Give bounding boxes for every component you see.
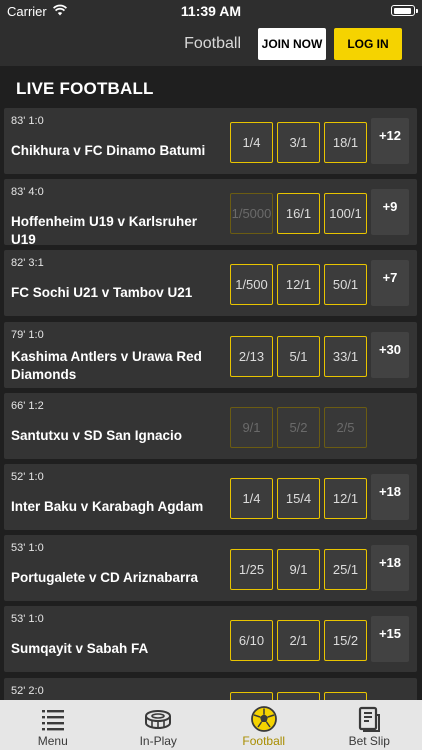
- status-bar: Carrier 11:39 AM: [0, 0, 422, 22]
- more-markets-button[interactable]: +9: [371, 189, 409, 236]
- more-markets-button[interactable]: +30: [371, 331, 409, 378]
- stadium-icon: [145, 710, 172, 729]
- away-odds-button[interactable]: 18/1: [324, 122, 367, 163]
- battery-icon: [391, 5, 418, 16]
- match-row[interactable]: 53' 1:0 Portugalete v CD Ariznabarra 1/25 9…: [4, 535, 417, 602]
- away-odds-button[interactable]: 50/1: [324, 264, 367, 306]
- match-clock-score: 83' 4:0: [11, 186, 44, 199]
- draw-odds-button[interactable]: 2/1: [277, 620, 320, 662]
- tab-football[interactable]: Football: [211, 700, 317, 750]
- tab-menu[interactable]: Menu: [0, 700, 106, 750]
- away-odds-button[interactable]: 100/1: [324, 193, 367, 235]
- menu-icon: [41, 710, 64, 731]
- match-row[interactable]: 83' 1:0 Chikhura v FC Dinamo Batumi 1/4 3/1…: [4, 108, 417, 174]
- match-teams[interactable]: Sumqayit v Sabah FA: [11, 640, 221, 658]
- away-odds-button[interactable]: [324, 691, 367, 700]
- match-clock-score: 52' 1:0: [11, 471, 44, 483]
- page-title: Football: [184, 35, 241, 52]
- match-clock-score: 79' 1:0: [11, 328, 44, 341]
- betslip-icon: [359, 706, 381, 732]
- match-clock-score: 82' 3:1: [11, 257, 44, 270]
- draw-odds-button[interactable]: 3/1: [277, 122, 320, 163]
- match-clock-score: 52' 2:0: [11, 684, 44, 697]
- match-row[interactable]: 52' 1:0 Inter Baku v Karabagh Agdam 1/4 15/…: [4, 464, 417, 530]
- match-teams[interactable]: Santutxu v SD San Ignacio: [11, 427, 221, 445]
- home-odds-button: 1/5000: [230, 193, 273, 235]
- more-markets-button[interactable]: +7: [371, 260, 409, 307]
- tab-label-football: Football: [242, 734, 286, 748]
- home-odds-button[interactable]: 1/25: [230, 549, 273, 591]
- away-odds-button[interactable]: 12/1: [324, 478, 367, 519]
- away-odds-button[interactable]: 33/1: [324, 335, 367, 377]
- away-odds-button: 2/5: [324, 406, 367, 448]
- join-now-button[interactable]: JOIN NOW: [258, 28, 326, 60]
- match-row[interactable]: 66' 1:2 Santutxu v SD San Ignacio 9/1 5/2 2/…: [4, 392, 417, 459]
- home-odds-button[interactable]: 1/500: [230, 264, 273, 306]
- clock-time: 11:39 AM: [180, 3, 242, 19]
- match-row[interactable]: 52' 2:0: [4, 677, 417, 700]
- home-odds-button[interactable]: 1/4: [230, 478, 273, 519]
- match-teams[interactable]: Portugalete v CD Ariznabarra: [11, 569, 221, 587]
- tab-label-in-play: In-Play: [139, 734, 177, 748]
- away-odds-button[interactable]: 25/1: [324, 549, 367, 591]
- draw-odds-button[interactable]: 15/4: [277, 478, 320, 519]
- match-clock-score: 83' 1:0: [11, 115, 44, 127]
- draw-odds-button[interactable]: 12/1: [277, 264, 320, 306]
- more-markets-button[interactable]: +12: [371, 118, 409, 164]
- top-header: Football JOIN NOW LOG IN: [0, 22, 422, 66]
- more-markets-button[interactable]: +15: [371, 616, 409, 663]
- more-markets-button[interactable]: +18: [371, 474, 409, 520]
- log-in-button[interactable]: LOG IN: [334, 28, 402, 60]
- match-row[interactable]: 79' 1:0 Kashima Antlers v Urawa Red Diamo…: [4, 321, 417, 388]
- match-clock-score: 53' 1:0: [11, 613, 44, 626]
- match-teams[interactable]: Kashima Antlers v Urawa Red Diamonds: [11, 348, 221, 384]
- match-teams[interactable]: FC Sochi U21 v Tambov U21: [11, 284, 221, 302]
- tab-bet-slip[interactable]: Bet Slip: [317, 700, 422, 750]
- draw-odds-button[interactable]: 5/1: [277, 335, 320, 377]
- draw-odds-button[interactable]: 9/1: [277, 549, 320, 591]
- match-row[interactable]: 53' 1:0 Sumqayit v Sabah FA 6/10 2/1 15/2 +15: [4, 606, 417, 673]
- bottom-tab-bar: Menu In-Play Football Bet Slip: [0, 700, 422, 750]
- tab-in-play[interactable]: In-Play: [106, 700, 212, 750]
- match-clock-score: 53' 1:0: [11, 542, 44, 555]
- draw-odds-button: 5/2: [277, 406, 320, 448]
- match-clock-score: 66' 1:2: [11, 399, 44, 412]
- away-odds-button[interactable]: 15/2: [324, 620, 367, 662]
- match-row[interactable]: 82' 3:1 FC Sochi U21 v Tambov U21 1/500 12/…: [4, 250, 417, 317]
- home-odds-button: 9/1: [230, 406, 273, 448]
- home-odds-button[interactable]: [230, 691, 273, 700]
- home-odds-button[interactable]: 1/4: [230, 122, 273, 163]
- football-icon: [250, 706, 277, 732]
- draw-odds-button[interactable]: [277, 691, 320, 700]
- tab-label-bet-slip: Bet Slip: [348, 734, 390, 748]
- section-title: LIVE FOOTBALL: [16, 79, 154, 98]
- draw-odds-button[interactable]: 16/1: [277, 193, 320, 235]
- home-odds-button[interactable]: 2/13: [230, 335, 273, 377]
- live-match-list[interactable]: 83' 1:0 Chikhura v FC Dinamo Batumi 1/4 3/1…: [4, 108, 417, 700]
- match-teams[interactable]: Hoffenheim U19 v Karlsruher U19: [11, 213, 221, 249]
- more-markets-button[interactable]: +18: [371, 545, 409, 592]
- match-teams[interactable]: Chikhura v FC Dinamo Batumi: [11, 142, 221, 160]
- match-teams[interactable]: Inter Baku v Karabagh Agdam: [11, 498, 221, 516]
- home-odds-button[interactable]: 6/10: [230, 620, 273, 662]
- tab-label-menu: Menu: [37, 734, 68, 748]
- match-row[interactable]: 83' 4:0 Hoffenheim U19 v Karlsruher U19 1/…: [4, 179, 417, 247]
